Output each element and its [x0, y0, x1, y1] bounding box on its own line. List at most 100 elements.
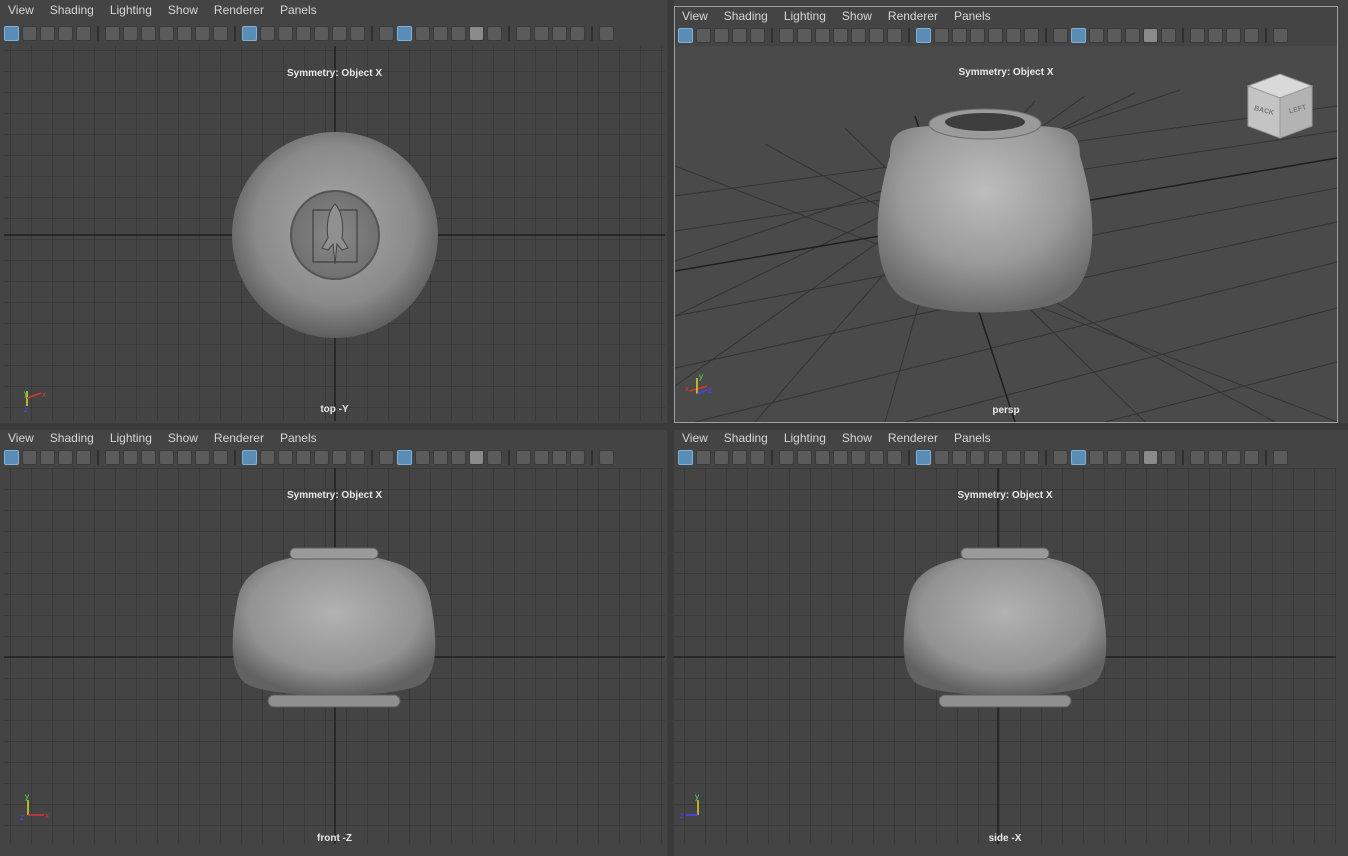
film-gate-icon[interactable] [815, 449, 830, 465]
bookmark-flag-icon[interactable] [159, 449, 174, 465]
menu-panels[interactable]: Panels [280, 431, 317, 445]
field-chart-icon[interactable] [988, 27, 1003, 43]
lock-camera-icon[interactable] [22, 25, 37, 41]
menu-shading[interactable]: Shading [50, 3, 94, 17]
smooth-shade-icon[interactable] [397, 449, 412, 465]
pencil-icon[interactable] [887, 449, 902, 465]
lock-camera-icon[interactable] [22, 449, 37, 465]
pivot-icon[interactable] [869, 449, 884, 465]
smooth-shade-icon[interactable] [1071, 27, 1086, 43]
motion-blur-icon[interactable] [534, 25, 549, 41]
camera-icon[interactable] [779, 27, 794, 43]
menu-renderer[interactable]: Renderer [214, 431, 264, 445]
safe-action-icon[interactable] [1006, 27, 1021, 43]
film-gate-display-icon[interactable] [260, 449, 275, 465]
default-material-icon[interactable] [1089, 449, 1104, 465]
bookmark-icon[interactable] [714, 27, 729, 43]
isolate-select-icon[interactable] [570, 449, 585, 465]
menu-show[interactable]: Show [168, 431, 198, 445]
xray-icon[interactable] [599, 449, 614, 465]
bookmark-icon[interactable] [40, 25, 55, 41]
motion-blur-icon[interactable] [534, 449, 549, 465]
lock-camera-icon[interactable] [696, 27, 711, 43]
image-plane-icon[interactable] [732, 27, 747, 43]
menu-renderer[interactable]: Renderer [888, 431, 938, 445]
viewport-panel-persp[interactable]: View Shading Lighting Show Renderer Pane… [674, 6, 1338, 423]
gate-mask-icon[interactable] [970, 27, 985, 43]
viewport-panel-side[interactable]: View Shading Lighting Show Renderer Pane… [674, 430, 1338, 856]
grid-icon[interactable] [242, 449, 257, 465]
pencil-icon[interactable] [887, 27, 902, 43]
select-camera-icon[interactable] [4, 25, 19, 41]
textured-icon[interactable] [1125, 449, 1140, 465]
lights-icon[interactable] [469, 449, 484, 465]
wireframe-on-shaded-icon[interactable] [433, 25, 448, 41]
film-gate-display-icon[interactable] [934, 449, 949, 465]
camera-icon[interactable] [105, 449, 120, 465]
bookmark-flag-icon[interactable] [833, 27, 848, 43]
xray-icon[interactable] [599, 25, 614, 41]
camera-attributes-icon[interactable] [797, 449, 812, 465]
menu-show[interactable]: Show [842, 431, 872, 445]
safe-title-icon[interactable] [1024, 27, 1039, 43]
2d-pan-icon[interactable] [750, 27, 765, 43]
menu-panels[interactable]: Panels [280, 3, 317, 17]
menu-renderer[interactable]: Renderer [214, 3, 264, 17]
smooth-shade-icon[interactable] [1071, 449, 1086, 465]
textured-icon[interactable] [1125, 27, 1140, 43]
camera-icon[interactable] [105, 25, 120, 41]
anti-aliasing-icon[interactable] [552, 449, 567, 465]
select-camera-icon[interactable] [4, 449, 19, 465]
grid-icon[interactable] [916, 449, 931, 465]
safe-title-icon[interactable] [350, 25, 365, 41]
resolution-gate-icon[interactable] [278, 25, 293, 41]
xray-icon[interactable] [1273, 449, 1288, 465]
viewport-front[interactable]: y x z Symmetry: Object X front -Z [4, 468, 665, 844]
menu-show[interactable]: Show [168, 3, 198, 17]
menu-lighting[interactable]: Lighting [110, 3, 152, 17]
xray-icon[interactable] [1273, 27, 1288, 43]
safe-action-icon[interactable] [332, 25, 347, 41]
menu-show[interactable]: Show [842, 9, 872, 23]
pivot-icon[interactable] [869, 27, 884, 43]
gate-mask-icon[interactable] [296, 25, 311, 41]
shadows-icon[interactable] [1161, 449, 1176, 465]
gate-mask-icon[interactable] [970, 449, 985, 465]
anti-aliasing-icon[interactable] [1226, 27, 1241, 43]
bookmark-icon[interactable] [714, 449, 729, 465]
ambient-occlusion-icon[interactable] [516, 25, 531, 41]
camera-attributes-icon[interactable] [797, 27, 812, 43]
wireframe-on-shaded-icon[interactable] [433, 449, 448, 465]
wireframe-on-shaded-icon[interactable] [1107, 449, 1122, 465]
ambient-occlusion-icon[interactable] [516, 449, 531, 465]
smooth-shade-icon[interactable] [397, 25, 412, 41]
wireframe-icon[interactable] [379, 25, 394, 41]
isolate-select-icon[interactable] [1244, 449, 1259, 465]
menu-view[interactable]: View [682, 9, 708, 23]
menu-renderer[interactable]: Renderer [888, 9, 938, 23]
safe-title-icon[interactable] [1024, 449, 1039, 465]
camera-icon[interactable] [779, 449, 794, 465]
grease-pencil-icon[interactable] [177, 449, 192, 465]
film-gate-icon[interactable] [141, 25, 156, 41]
film-gate-icon[interactable] [815, 27, 830, 43]
safe-action-icon[interactable] [1006, 449, 1021, 465]
lock-camera-icon[interactable] [696, 449, 711, 465]
wireframe-icon[interactable] [1053, 27, 1068, 43]
film-gate-display-icon[interactable] [934, 27, 949, 43]
isolate-select-icon[interactable] [1244, 27, 1259, 43]
resolution-gate-icon[interactable] [952, 449, 967, 465]
camera-attributes-icon[interactable] [123, 449, 138, 465]
select-camera-icon[interactable] [678, 449, 693, 465]
safe-action-icon[interactable] [332, 449, 347, 465]
menu-lighting[interactable]: Lighting [784, 9, 826, 23]
2d-pan-icon[interactable] [76, 449, 91, 465]
wireframe-icon[interactable] [1053, 449, 1068, 465]
default-material-icon[interactable] [1089, 27, 1104, 43]
default-material-icon[interactable] [415, 25, 430, 41]
motion-blur-icon[interactable] [1208, 27, 1223, 43]
grease-pencil-icon[interactable] [851, 449, 866, 465]
viewport-panel-top[interactable]: View Shading Lighting Show Renderer Pane… [0, 0, 667, 423]
camera-attributes-icon[interactable] [123, 25, 138, 41]
menu-shading[interactable]: Shading [724, 9, 768, 23]
